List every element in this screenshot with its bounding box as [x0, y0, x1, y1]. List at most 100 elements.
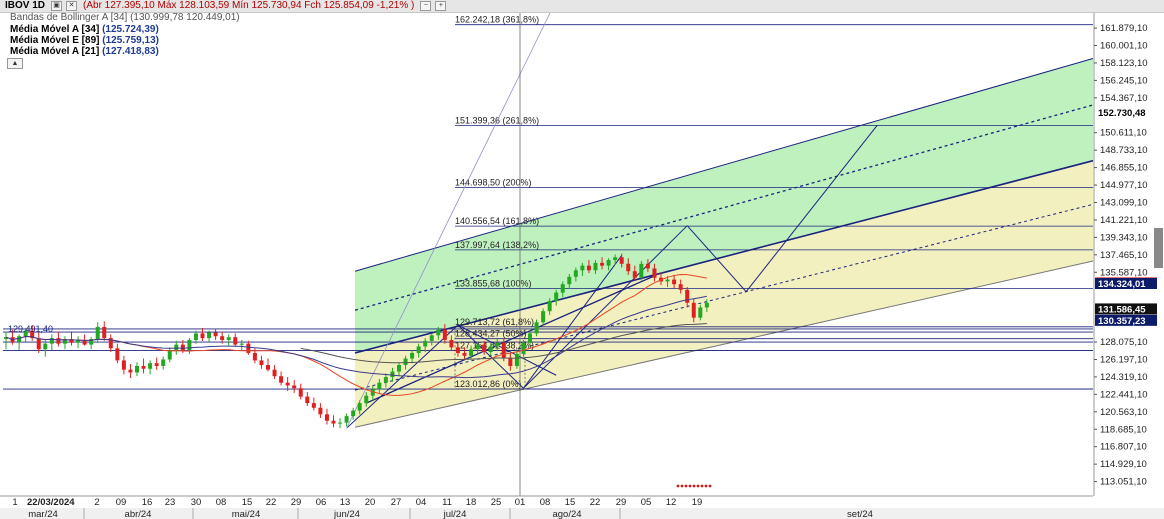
candle-body — [383, 377, 388, 383]
chart-window: IBOV 1D ▣ ✕ (Abr 127.395,10 Máx 128.103,59 … — [0, 0, 1164, 519]
candle-body — [377, 382, 382, 390]
event-marker-dot[interactable] — [708, 484, 712, 488]
indicator-value: (125.724,39) — [102, 24, 159, 35]
candle-body — [180, 344, 185, 351]
candle-body — [501, 342, 506, 358]
indicator-ma21[interactable]: Média Móvel A [21] (127.418,83) — [10, 46, 159, 58]
candle-body — [560, 284, 565, 293]
time-day-label: 06 — [316, 497, 327, 508]
time-day-label: 05 — [641, 497, 652, 508]
event-marker-dot[interactable] — [684, 484, 688, 488]
candle-body — [305, 396, 310, 404]
price-badge[interactable]: 134.324,01 — [1095, 278, 1157, 290]
price-tick-label: 118.685,10 — [1100, 424, 1147, 435]
price-axis[interactable]: 161.879,10 160.001,10 158.123,10 156.245,10… — [1093, 13, 1164, 496]
candle-body — [508, 357, 513, 366]
candle-body — [665, 279, 670, 282]
fib-level-label: 137.997,64 (138,2%) — [455, 240, 539, 250]
candle-body — [193, 333, 198, 340]
time-day-label: 22 — [590, 497, 601, 508]
candle-body — [390, 371, 395, 378]
price-chart[interactable]: 162.242,18 (361,8%)151.399,36 (261,8%)14… — [0, 0, 1164, 519]
price-tick-label: 148.733,10 — [1100, 145, 1148, 156]
price-badge-label: 152.730,48 — [1098, 108, 1146, 119]
time-axis[interactable]: 1 22/03/2024 2 09 16 23 30 08 15 22 29 06 13 20 27 04 11… — [0, 495, 1164, 519]
price-badge[interactable]: 131.586,45 — [1095, 303, 1157, 315]
price-tick-label: 113.051,10 — [1100, 477, 1147, 488]
time-month-label: mai/24 — [232, 509, 261, 519]
candle-body — [704, 302, 709, 308]
price-tick-label: 137.465,10 — [1100, 250, 1148, 261]
price-badge[interactable]: 130.357,23 — [1095, 314, 1157, 327]
time-day-label: 25 — [491, 497, 502, 508]
fib-level-label: 123.012,86 (0%) — [455, 379, 522, 389]
price-tick-label: 128.075,10 — [1100, 337, 1148, 348]
candle-body — [121, 360, 126, 370]
time-month-label: set/24 — [847, 509, 873, 519]
indicator-value: (127.418,83) — [102, 46, 159, 57]
candle-body — [639, 263, 644, 278]
candle-body — [338, 422, 343, 424]
candle-body — [364, 395, 369, 404]
candle-body — [632, 271, 637, 278]
candle-body — [56, 338, 61, 344]
candle-body — [239, 343, 244, 345]
time-day-label: 29 — [616, 497, 627, 508]
candle-body — [128, 369, 133, 373]
candle[interactable] — [639, 261, 644, 281]
event-marker-dot[interactable] — [696, 484, 700, 488]
candle-body — [442, 329, 447, 340]
price-badge-label: 134.324,01 — [1098, 279, 1146, 290]
price-badge-label: 131.586,45 — [1098, 304, 1146, 315]
candle-body — [272, 369, 277, 377]
candle-body — [482, 344, 487, 353]
event-marker-dot[interactable] — [704, 484, 708, 488]
candle-body — [462, 352, 467, 356]
price-badge[interactable]: 152.730,48 — [1095, 107, 1157, 119]
candle-body — [436, 329, 441, 336]
indicator-bollinger[interactable]: Bandas de Bollinger A [34] (130.999,78 1… — [10, 12, 240, 24]
event-marker-dot[interactable] — [688, 484, 692, 488]
candle-body — [475, 344, 480, 350]
fib-level-label: 129.713,72 (61,8%) — [455, 317, 534, 327]
candle-body — [246, 343, 251, 353]
time-day-label: 15 — [565, 497, 576, 508]
time-day-label: 01 — [515, 497, 526, 508]
candle-body — [514, 353, 519, 366]
candle-body — [455, 347, 460, 353]
candle-body — [174, 344, 179, 351]
event-marker-dot[interactable] — [700, 484, 704, 488]
price-tick-label: 146.855,10 — [1100, 163, 1148, 174]
candle-body — [36, 338, 41, 350]
price-tick-label: 150.611,10 — [1100, 128, 1147, 139]
event-marker-dot[interactable] — [680, 484, 684, 488]
price-tick-label: 154.367,10 — [1100, 93, 1148, 104]
candle-body — [318, 407, 323, 415]
candle-body — [416, 346, 421, 353]
candle-body — [593, 262, 598, 271]
event-marker-dot[interactable] — [692, 484, 696, 488]
price-tick-label: 114.929,10 — [1100, 459, 1147, 470]
candle-body — [220, 336, 225, 340]
candle-body — [285, 382, 290, 386]
time-day-label: 2 — [94, 497, 99, 508]
candle-body — [298, 388, 303, 397]
candle-body — [259, 360, 264, 366]
candle-body — [580, 265, 585, 271]
axis-scroll-handle[interactable] — [1154, 228, 1163, 268]
candle-body — [213, 332, 218, 337]
candle-body — [148, 363, 153, 369]
indicator-name: Média Móvel E [89] — [10, 35, 100, 46]
candle-body — [521, 342, 526, 354]
collapse-indicators-icon[interactable]: ▲ — [7, 58, 23, 69]
time-day-label: 09 — [116, 497, 127, 508]
time-day-label: 22/03/2024 — [27, 497, 75, 508]
candle-body — [141, 365, 146, 369]
indicator-name: Média Móvel A [34] — [10, 24, 100, 35]
event-marker-dot[interactable] — [676, 484, 680, 488]
candle-body — [43, 343, 48, 350]
candle-body — [672, 279, 677, 285]
candle-body — [528, 333, 532, 343]
time-day-label: 08 — [540, 497, 551, 508]
time-day-label: 18 — [466, 497, 477, 508]
